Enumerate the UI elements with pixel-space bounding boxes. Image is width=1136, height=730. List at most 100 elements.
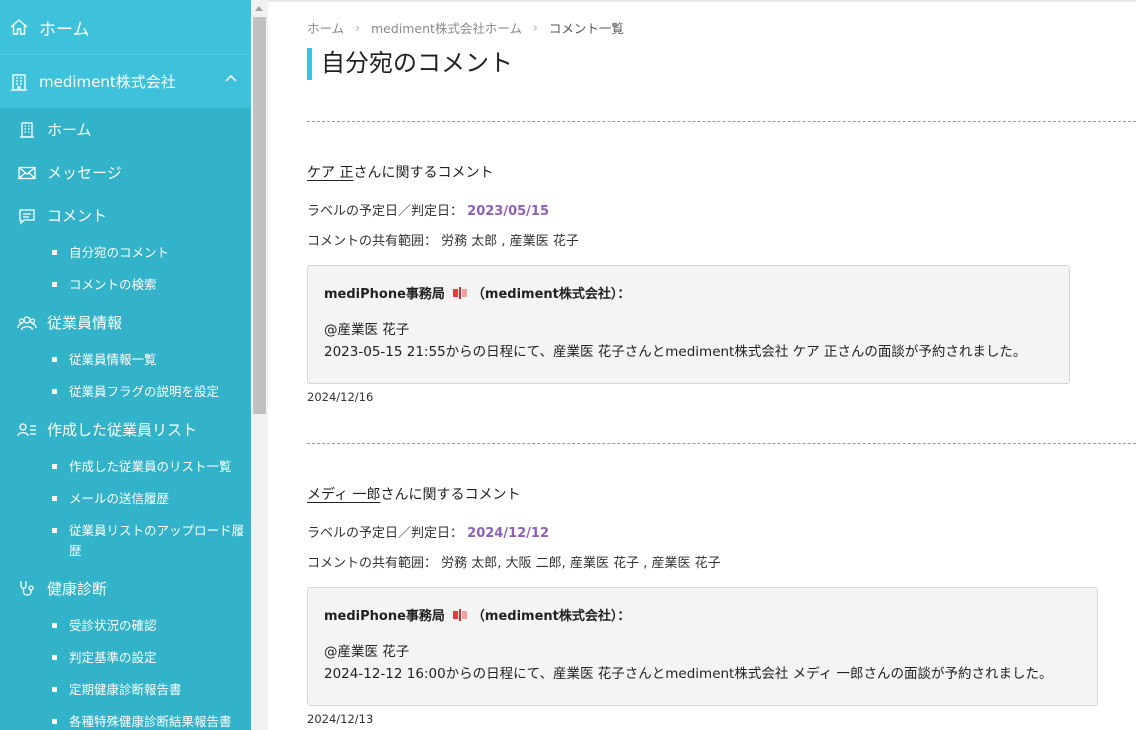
divider [307,443,1136,444]
breadcrumb-current: コメント一覧 [548,21,624,36]
home-icon [8,16,30,38]
bullet-icon [52,623,57,628]
comment-section: ケア 正さんに関するコメント ラベルの予定日／判定日： 2023/05/15 コ… [307,162,1136,404]
sidebar-subitem-employee-flags[interactable]: 従業員フラグの説明を設定 [0,376,251,408]
sidebar-subitem-label: 受診状況の確認 [69,618,157,633]
comment-timestamp: 2024/12/13 [307,712,374,726]
bullet-icon [52,357,57,362]
sidebar-item-comment[interactable]: コメント [0,194,251,237]
divider [307,121,1136,122]
sidebar-item-label: 従業員情報 [47,314,123,332]
label-date-row: ラベルの予定日／判定日： 2023/05/15 [307,200,1136,219]
share-scope-row: コメントの共有範囲： 労務 太郎, 大阪 二郎, 産業医 花子 , 産業医 花子 [307,552,1136,571]
bullet-icon [52,655,57,660]
sender-badge-icon [452,286,467,299]
sidebar-subitem-label: コメントの検索 [69,277,157,292]
sidebar-subitem-label: 判定基準の設定 [69,650,157,665]
sidebar-subitem-comment-search[interactable]: コメントの検索 [0,269,251,301]
breadcrumb-home[interactable]: ホーム [307,18,344,37]
sidebar-item-label: メッセージ [47,164,122,182]
sidebar-item-home[interactable]: ホーム [0,108,251,151]
building-icon [16,119,38,141]
page-title: 自分宛のコメント [307,48,513,80]
sidebar-subitem-upload-history[interactable]: 従業員リストのアップロード履歴 [0,515,251,567]
comment-card: mediPhone事務局 （mediment株式会社）： @産業医 花子 202… [307,587,1098,706]
chevron-up-icon[interactable] [223,71,239,91]
scroll-up-arrow-icon[interactable] [255,6,263,11]
bullet-icon [52,389,57,394]
bullet-icon [52,528,57,533]
comment-mention: @産業医 花子 [324,644,410,660]
main-content: ホーム › mediment株式会社ホーム › コメント一覧 自分宛のコメント … [268,0,1136,730]
share-scope-value: 労務 太郎 , 産業医 花子 [441,234,579,249]
sidebar-subitem-label: 各種特殊健康診断結果報告書 [69,714,232,729]
sidebar-item-label: コメント [47,207,108,225]
comment-text: 2023-05-15 21:55からの日程にて、産業医 花子さんとmedimen… [324,344,1027,360]
sidebar-subitem-criteria[interactable]: 判定基準の設定 [0,642,251,674]
comment-body: @産業医 花子 2023-05-15 21:55からの日程にて、産業医 花子さん… [324,319,1053,363]
comment-text: 2024-12-12 16:00からの日程にて、産業医 花子さんとmedimen… [324,666,1053,682]
sidebar-subitem-special-report[interactable]: 各種特殊健康診断結果報告書 [0,706,251,730]
sidebar-item-created-lists[interactable]: 作成した従業員リスト [0,408,251,451]
comment-body: @産業医 花子 2024-12-12 16:00からの日程にて、産業医 花子さん… [324,641,1081,685]
label-date-row: ラベルの予定日／判定日： 2024/12/12 [307,522,1136,541]
comment-heading-suffix: さんに関するコメント [353,165,494,181]
sidebar-company[interactable]: mediment株式会社 [0,54,251,108]
sidebar-item-employees[interactable]: 従業員情報 [0,301,251,344]
share-scope-value: 労務 太郎, 大阪 二郎, 産業医 花子 , 産業医 花子 [441,556,721,571]
comment-timestamp: 2024/12/16 [307,390,374,404]
bullet-icon [52,719,57,724]
bullet-icon [52,250,57,255]
label-date-value: 2023/05/15 [467,204,550,219]
comment-sender: mediPhone事務局 （mediment株式会社）： [324,605,1081,624]
bullet-icon [52,496,57,501]
sender-org: （mediment株式会社）： [471,609,631,624]
top-border [268,0,1136,2]
bullet-icon [52,282,57,287]
sidebar-item-label: 健康診断 [47,580,108,598]
mail-icon [16,162,38,184]
employee-link[interactable]: メディ 一郎 [307,487,380,503]
comment-heading: メディ 一郎さんに関するコメント [307,484,1136,508]
sidebar-company-label: mediment株式会社 [39,73,176,91]
sidebar-subitem-label: 従業員フラグの説明を設定 [69,384,220,399]
sidebar-item-health-check[interactable]: 健康診断 [0,567,251,610]
sidebar-home[interactable]: ホーム [0,0,251,54]
breadcrumb-separator: › [355,20,360,35]
comment-heading: ケア 正さんに関するコメント [307,162,1136,186]
share-scope-label: コメントの共有範囲： [307,234,438,249]
comment-mention: @産業医 花子 [324,322,410,338]
breadcrumb: ホーム › mediment株式会社ホーム › コメント一覧 [307,18,624,37]
comment-card: mediPhone事務局 （mediment株式会社）： @産業医 花子 202… [307,265,1070,384]
comment-section: メディ 一郎さんに関するコメント ラベルの予定日／判定日： 2024/12/12… [307,484,1136,726]
sender-badge-icon [452,608,467,621]
label-date-value: 2024/12/12 [467,526,550,541]
users-icon [16,312,38,334]
label-date-label: ラベルの予定日／判定日： [307,526,464,541]
comment-icon [16,205,38,227]
sidebar-subitem-label: 作成した従業員のリスト一覧 [69,459,232,474]
sidebar-scrollbar[interactable] [251,0,268,730]
sidebar-subitem-regular-report[interactable]: 定期健康診断報告書 [0,674,251,706]
bullet-icon [52,687,57,692]
share-scope-label: コメントの共有範囲： [307,556,438,571]
user-list-icon [16,419,38,441]
sidebar-subitem-exam-status[interactable]: 受診状況の確認 [0,610,251,642]
sidebar-subitem-employee-list[interactable]: 従業員情報一覧 [0,344,251,376]
share-scope-row: コメントの共有範囲： 労務 太郎 , 産業医 花子 [307,230,1136,249]
sender-org: （mediment株式会社）： [471,287,631,302]
sidebar-item-message[interactable]: メッセージ [0,151,251,194]
sidebar-item-label: ホーム [47,121,92,139]
comment-sender: mediPhone事務局 （mediment株式会社）： [324,283,1053,302]
breadcrumb-company-home[interactable]: mediment株式会社ホーム [371,18,522,37]
breadcrumb-separator: › [533,20,538,35]
sidebar-subitem-created-list-index[interactable]: 作成した従業員のリスト一覧 [0,451,251,483]
sidebar-subitem-label: 従業員情報一覧 [69,352,157,367]
bullet-icon [52,464,57,469]
employee-link[interactable]: ケア 正 [307,165,353,181]
scroll-thumb[interactable] [253,17,266,414]
sidebar-subitem-label: 定期健康診断報告書 [69,682,182,697]
sender-name: mediPhone事務局 [324,287,445,302]
sidebar-subitem-mail-history[interactable]: メールの送信履歴 [0,483,251,515]
sidebar-subitem-my-comments[interactable]: 自分宛のコメント [0,237,251,269]
